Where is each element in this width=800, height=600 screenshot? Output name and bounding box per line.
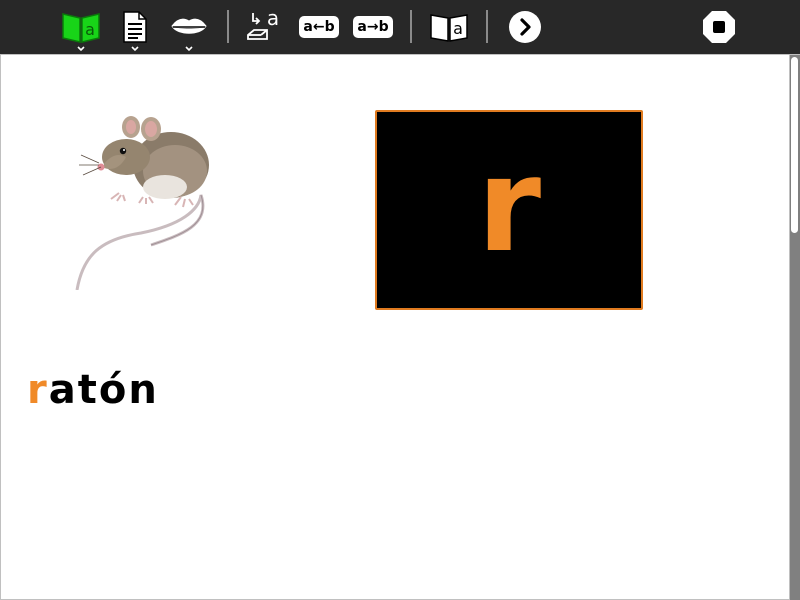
stop-button[interactable] — [700, 0, 738, 54]
read-button[interactable]: a — [426, 0, 472, 54]
word-rest: atón — [48, 367, 159, 413]
activity-canvas: r ratón — [1, 55, 789, 599]
document-icon — [123, 11, 147, 43]
word-highlight-letter: r — [27, 367, 49, 413]
book-a-icon: a — [430, 14, 468, 42]
next-letter-button[interactable]: a→b — [351, 0, 395, 54]
toolbar-separator — [227, 10, 229, 43]
eraser-a-icon: a — [247, 7, 279, 40]
toolbar-separator — [410, 10, 412, 43]
word-label[interactable]: ratón — [27, 367, 159, 413]
library-button[interactable]: a — [58, 0, 104, 54]
chevron-down-icon — [185, 46, 193, 52]
speak-button[interactable] — [166, 0, 212, 54]
stop-icon — [703, 11, 735, 43]
prev-letter-label: a←b — [299, 16, 339, 38]
svg-text:a: a — [453, 19, 463, 38]
vertical-scrollbar[interactable] — [790, 55, 800, 600]
letter-card[interactable]: r — [375, 110, 643, 310]
letter-display: r — [476, 129, 542, 281]
open-book-icon: a — [62, 13, 100, 43]
mouse-image[interactable] — [71, 115, 221, 290]
svg-text:a: a — [267, 7, 279, 30]
toolbar: a a a←b a→b a — [0, 0, 800, 54]
toolbar-separator — [486, 10, 488, 43]
chevron-right-icon — [509, 11, 541, 43]
chevron-down-icon — [77, 46, 85, 52]
document-button[interactable] — [114, 0, 156, 54]
next-letter-label: a→b — [353, 16, 393, 38]
svg-text:a: a — [85, 20, 95, 39]
prev-letter-button[interactable]: a←b — [297, 0, 341, 54]
next-button[interactable] — [505, 0, 545, 54]
chevron-down-icon — [131, 46, 139, 52]
lips-icon — [171, 18, 207, 34]
uppercase-toggle-button[interactable]: a — [242, 0, 284, 54]
scrollbar-thumb[interactable] — [791, 57, 798, 233]
